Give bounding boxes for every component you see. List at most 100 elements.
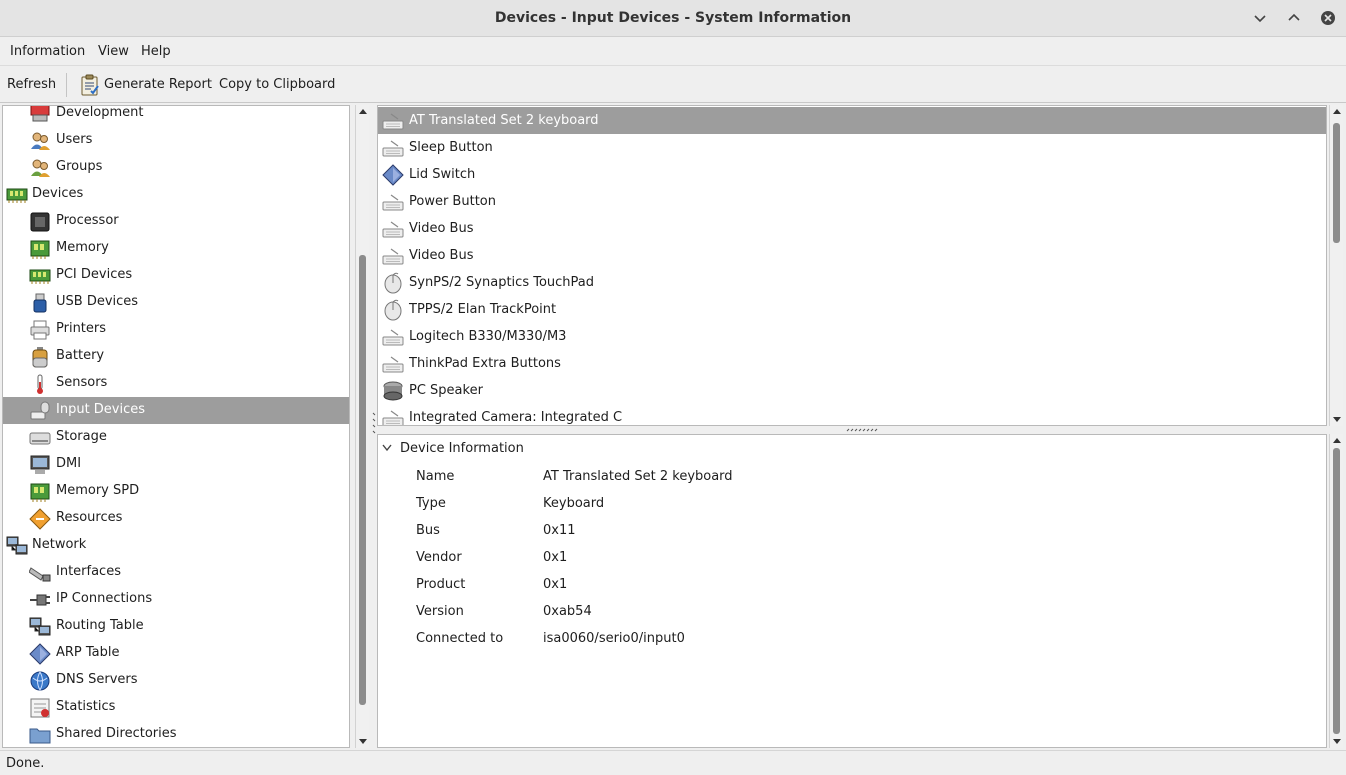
sidebar-item-dmi[interactable]: DMI <box>3 451 349 478</box>
scroll-down-icon[interactable] <box>356 734 370 748</box>
sidebar-item-devices[interactable]: Devices <box>3 181 349 208</box>
network-icon <box>29 617 51 636</box>
sidebar-item-label: IP Connections <box>56 591 153 606</box>
status-text: Done. <box>6 756 45 771</box>
sidebar-item-storage[interactable]: Storage <box>3 424 349 451</box>
sidebar-item-pci-devices[interactable]: PCI Devices <box>3 262 349 289</box>
sidebar-item-label: Groups <box>56 159 103 174</box>
device-list-scrollbar[interactable] <box>1329 105 1343 426</box>
device-row[interactable]: SynPS/2 Synaptics TouchPad <box>378 269 1326 296</box>
detail-value: isa0060/serio0/input0 <box>543 631 685 646</box>
device-list[interactable]: AT Translated Set 2 keyboard Sleep Button… <box>377 105 1327 426</box>
device-row[interactable]: ThinkPad Extra Buttons <box>378 350 1326 377</box>
detail-key: Type <box>416 496 446 511</box>
sidebar-item-interfaces[interactable]: Interfaces <box>3 559 349 586</box>
detail-key: Version <box>416 604 464 619</box>
device-row[interactable]: TPPS/2 Elan TrackPoint <box>378 296 1326 323</box>
sidebar-item-memory-spd[interactable]: Memory SPD <box>3 478 349 505</box>
sidebar-item-development[interactable]: Development <box>3 106 349 127</box>
sidebar-item-arp-table[interactable]: ARP Table <box>3 640 349 667</box>
sidebar-item-statistics[interactable]: Statistics <box>3 694 349 721</box>
sidebar-item-processor[interactable]: Processor <box>3 208 349 235</box>
sidebar-item-battery[interactable]: Battery <box>3 343 349 370</box>
device-row[interactable]: PC Speaker <box>378 377 1326 404</box>
device-label: AT Translated Set 2 keyboard <box>409 113 599 128</box>
detail-value: 0x1 <box>543 550 568 565</box>
scroll-up-icon[interactable] <box>1330 105 1344 119</box>
expander-down-icon[interactable] <box>382 444 392 452</box>
sidebar-item-label: Processor <box>56 213 119 228</box>
device-label: Sleep Button <box>409 140 493 155</box>
device-row[interactable]: Logitech B330/M330/M3 <box>378 323 1326 350</box>
minimize-icon[interactable] <box>1251 9 1269 27</box>
sidebar-item-label: Users <box>56 132 93 147</box>
sidebar-item-memory[interactable]: Memory <box>3 235 349 262</box>
section-title: Device Information <box>400 441 524 456</box>
sidebar-item-label: Devices <box>32 186 84 201</box>
sidebar-item-groups[interactable]: Groups <box>3 154 349 181</box>
device-row[interactable]: Video Bus <box>378 242 1326 269</box>
device-row[interactable]: Lid Switch <box>378 161 1326 188</box>
window-title: Devices - Input Devices - System Informa… <box>494 10 852 26</box>
keyboard-icon <box>382 113 404 130</box>
device-label: Power Button <box>409 194 496 209</box>
detail-value: 0xab54 <box>543 604 592 619</box>
detail-key: Product <box>416 577 466 592</box>
device-list-scroll-thumb[interactable] <box>1333 123 1340 243</box>
menu-help[interactable]: Help <box>141 44 171 59</box>
plug-icon <box>30 594 50 606</box>
scroll-up-icon[interactable] <box>356 105 370 119</box>
keyboard-icon <box>382 194 404 211</box>
menu-view[interactable]: View <box>98 44 129 59</box>
sidebar-item-label: PCI Devices <box>56 267 133 282</box>
copy-to-clipboard-button[interactable]: Copy to Clipboard <box>219 77 335 92</box>
sidebar-item-resources[interactable]: Resources <box>3 505 349 532</box>
resources-icon <box>29 508 51 530</box>
sidebar-scrollbar[interactable] <box>355 105 369 748</box>
sidebar-item-routing-table[interactable]: Routing Table <box>3 613 349 640</box>
category-tree[interactable]: Development Users Groups Devices Processor Me… <box>2 105 350 748</box>
device-row[interactable]: Video Bus <box>378 215 1326 242</box>
device-label: Video Bus <box>409 248 474 263</box>
sidebar-item-users[interactable]: Users <box>3 127 349 154</box>
menu-information[interactable]: Information <box>10 44 85 59</box>
sidebar-item-network[interactable]: Network <box>3 532 349 559</box>
sidebar-item-usb-devices[interactable]: USB Devices <box>3 289 349 316</box>
sidebar-item-dns-servers[interactable]: DNS Servers <box>3 667 349 694</box>
sidebar-item-label: Storage <box>56 429 107 444</box>
scroll-up-icon[interactable] <box>1330 434 1344 448</box>
pane-splitter-horizontal[interactable] <box>846 428 880 432</box>
device-row[interactable]: AT Translated Set 2 keyboard <box>378 107 1326 134</box>
device-row[interactable]: Power Button <box>378 188 1326 215</box>
pane-splitter-vertical[interactable] <box>372 410 376 434</box>
refresh-button[interactable]: Refresh <box>7 77 56 92</box>
details-scrollbar[interactable] <box>1329 434 1343 748</box>
device-label: PC Speaker <box>409 383 483 398</box>
storage-icon <box>29 432 51 445</box>
generate-report-button[interactable]: Generate Report <box>78 67 214 103</box>
detail-row: Connected to isa0060/serio0/input0 <box>378 625 1326 652</box>
thermometer-icon <box>37 374 43 394</box>
sidebar-item-input-devices[interactable]: Input Devices <box>3 397 349 424</box>
keyboard-icon <box>382 410 404 425</box>
sidebar-item-shared-directories[interactable]: Shared Directories <box>3 721 349 747</box>
maximize-icon[interactable] <box>1285 9 1303 27</box>
sidebar-item-ip-connections[interactable]: IP Connections <box>3 586 349 613</box>
interface-icon <box>29 567 51 582</box>
details-scroll-thumb[interactable] <box>1333 448 1340 734</box>
device-row[interactable]: Integrated Camera: Integrated C <box>378 404 1326 425</box>
diamond-icon <box>382 164 404 186</box>
memory-icon <box>30 483 50 502</box>
sidebar-scroll-thumb[interactable] <box>359 255 366 705</box>
scroll-down-icon[interactable] <box>1330 412 1344 426</box>
sidebar-item-label: USB Devices <box>56 294 139 309</box>
sidebar-item-label: DNS Servers <box>56 672 138 687</box>
device-row[interactable]: Sleep Button <box>378 134 1326 161</box>
close-icon[interactable] <box>1319 9 1337 27</box>
detail-value: 0x1 <box>543 577 568 592</box>
sidebar-item-sensors[interactable]: Sensors <box>3 370 349 397</box>
scroll-down-icon[interactable] <box>1330 734 1344 748</box>
users-icon <box>31 132 50 150</box>
folder-icon <box>29 728 51 744</box>
sidebar-item-printers[interactable]: Printers <box>3 316 349 343</box>
